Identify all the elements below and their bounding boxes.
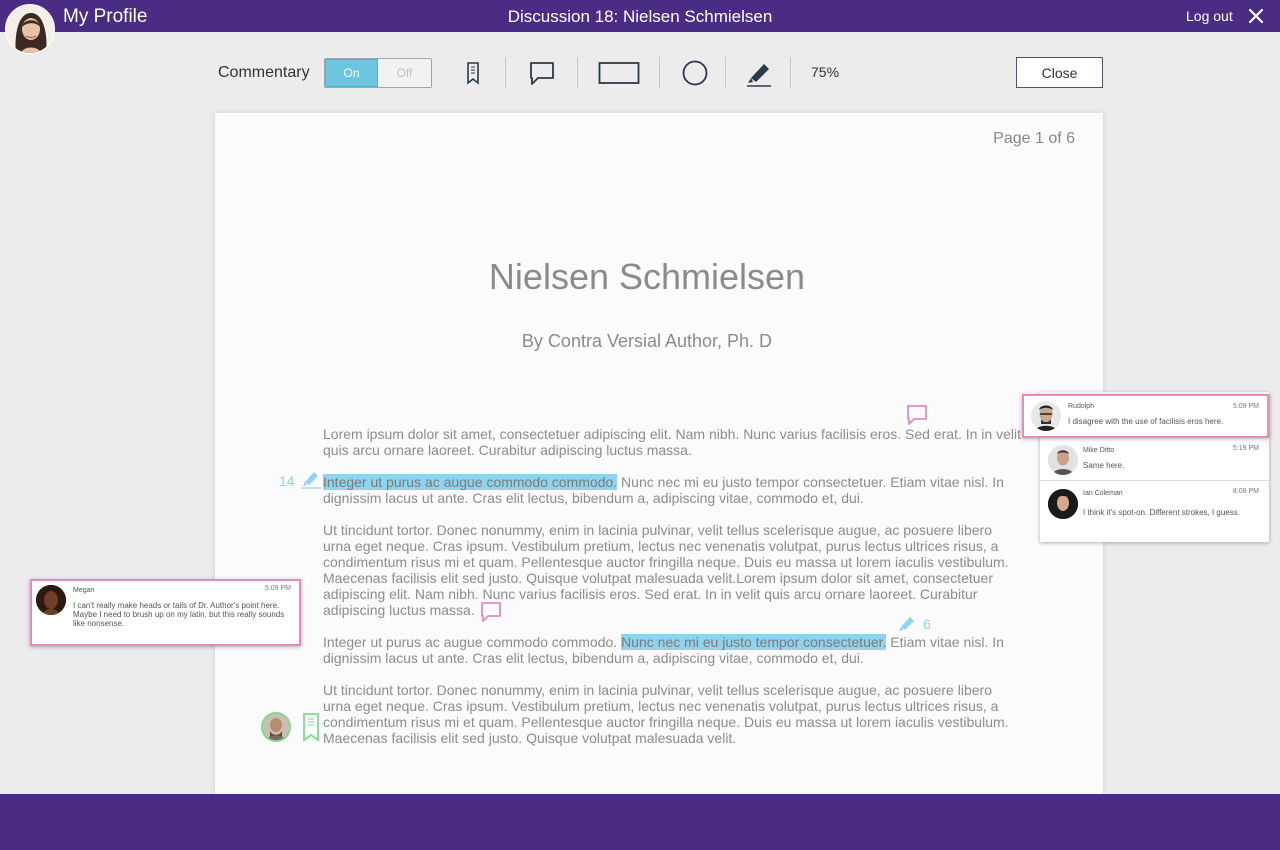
commentary-toggle[interactable]: On Off [324, 58, 432, 88]
rectangle-icon[interactable] [598, 56, 640, 90]
comment-time: 5:19 PM [1232, 445, 1259, 452]
toolbar-divider [725, 57, 726, 88]
document-page: Page 1 of 6 Nielsen Schmielsen By Contra… [215, 113, 1103, 794]
highlight-count[interactable]: 6 [923, 616, 931, 632]
comment-time: 5:09 PM [264, 585, 291, 592]
toolbar-divider [505, 57, 506, 88]
close-button[interactable]: Close [1016, 57, 1103, 88]
commentary-label: Commentary [218, 64, 310, 81]
document-author: By Contra Versial Author, Ph. D [521, 331, 773, 351]
discussion-title: Discussion 18: Nielsen Schmielsen [507, 7, 773, 26]
comment-marker-icon[interactable] [480, 601, 502, 628]
paragraph-3: Ut tincidunt tortor. Donec nonummy, enim… [323, 522, 1009, 618]
comment-author: Mike Ditto [1083, 447, 1115, 454]
toolbar-divider [659, 57, 660, 88]
comment-text: Same here. [1083, 461, 1125, 470]
page-indicator: Page 1 of 6 [993, 130, 1075, 147]
comment-card[interactable]: Rudolph 5:09 PM I disagree with the use … [1022, 394, 1269, 438]
highlighted-text[interactable]: Nunc nec mi eu justo tempor consectetuer… [621, 634, 887, 650]
highlight-count[interactable]: 14 [279, 473, 295, 489]
paragraph-5: Ut tincidunt tortor. Donec nonummy, enim… [323, 682, 1009, 746]
highlighter-marker-icon[interactable] [300, 469, 322, 494]
document-title: Nielsen Schmielsen [488, 256, 806, 297]
toggle-off-option[interactable]: Off [378, 59, 431, 87]
user-avatar[interactable] [5, 4, 55, 54]
highlighter-icon[interactable] [745, 56, 773, 90]
comment-author: Megan [73, 587, 95, 594]
comment-text: I think it's spot-on. Different strokes,… [1083, 508, 1241, 517]
bookmark-marker-icon[interactable] [302, 712, 320, 747]
bookmark-icon[interactable] [462, 56, 484, 90]
comment-text: I disagree with the use of facilisis ero… [1068, 417, 1224, 426]
circle-icon[interactable] [681, 56, 709, 90]
toolbar-divider [577, 57, 578, 88]
thread-divider [1040, 480, 1269, 481]
comment-time: 8:08 PM [1232, 488, 1259, 495]
logout-link[interactable]: Log out [1186, 8, 1233, 24]
comment-text: I can't really make heads or tails of Dr… [73, 601, 285, 628]
paragraph-4: Integer ut purus ac augue commodo commod… [323, 634, 1023, 666]
comment-marker-icon[interactable] [906, 404, 928, 431]
avatar [36, 585, 66, 615]
toggle-on-option[interactable]: On [325, 59, 378, 87]
paragraph-4-text: Integer ut purus ac augue commodo commod… [323, 634, 622, 650]
avatar [1048, 489, 1078, 519]
avatar [1048, 445, 1078, 475]
comment-time: 5:09 PM [1232, 403, 1259, 410]
comment-icon[interactable] [528, 56, 556, 90]
close-icon[interactable] [1247, 7, 1265, 25]
zoom-level[interactable]: 75% [811, 64, 839, 80]
bottom-bar [0, 794, 1280, 850]
comment-author: Ian Coleman [1083, 490, 1123, 497]
comment-author: Rudolph [1068, 403, 1095, 410]
highlighter-marker-icon[interactable] [896, 614, 918, 639]
avatar [1031, 401, 1061, 431]
comment-card[interactable]: Megan 5:09 PM I can't really make heads … [30, 579, 301, 646]
top-bar: My Profile Discussion 18: Nielsen Schmie… [0, 0, 1280, 32]
toolbar-divider [790, 57, 791, 88]
highlighted-text[interactable]: Integer ut purus ac augue commodo commod… [323, 474, 618, 490]
bookmark-author-avatar[interactable] [261, 712, 291, 742]
paragraph-2: Integer ut purus ac augue commodo commod… [323, 474, 1023, 506]
